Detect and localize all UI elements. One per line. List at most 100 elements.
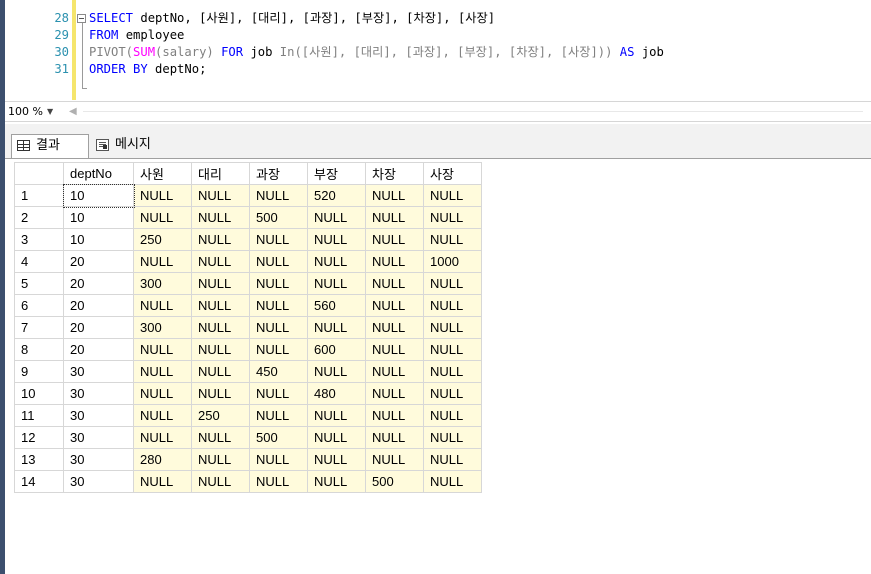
code-line[interactable]: 28 SELECT deptNo, [사원], [대리], [과장], [부장],… <box>5 10 871 27</box>
table-cell[interactable]: NULL <box>249 448 308 471</box>
table-cell[interactable]: 30 <box>63 426 134 449</box>
table-cell[interactable]: NULL <box>423 206 482 229</box>
code-line[interactable]: 31 ORDER BY deptNo; <box>5 61 871 78</box>
code-text[interactable]: SELECT deptNo, [사원], [대리], [과장], [부장], [… <box>89 10 495 27</box>
table-cell[interactable]: 10 <box>63 206 134 229</box>
table-cell[interactable]: NULL <box>191 294 250 317</box>
table-cell[interactable]: NULL <box>307 206 366 229</box>
table-cell[interactable]: NULL <box>249 272 308 295</box>
table-cell[interactable]: 280 <box>133 448 192 471</box>
table-cell[interactable]: NULL <box>365 426 424 449</box>
table-cell[interactable]: NULL <box>249 470 308 493</box>
table-cell[interactable]: NULL <box>423 228 482 251</box>
row-number[interactable]: 5 <box>14 272 64 295</box>
table-cell[interactable]: NULL <box>191 184 250 207</box>
table-cell[interactable]: NULL <box>133 426 192 449</box>
row-number[interactable]: 6 <box>14 294 64 317</box>
table-cell[interactable]: 30 <box>63 360 134 383</box>
column-header[interactable]: 부장 <box>307 162 366 185</box>
table-cell[interactable]: NULL <box>365 448 424 471</box>
zoom-level[interactable]: 100 % <box>8 102 43 121</box>
table-cell[interactable]: NULL <box>191 426 250 449</box>
code-line[interactable]: 30 PIVOT(SUM(salary) FOR job In([사원], [대리… <box>5 44 871 61</box>
table-cell[interactable]: NULL <box>307 272 366 295</box>
table-cell[interactable]: 30 <box>63 448 134 471</box>
table-cell[interactable]: NULL <box>307 426 366 449</box>
table-cell[interactable]: NULL <box>365 360 424 383</box>
table-cell[interactable]: 600 <box>307 338 366 361</box>
column-header[interactable]: 사장 <box>423 162 482 185</box>
row-number[interactable]: 13 <box>14 448 64 471</box>
table-cell[interactable]: NULL <box>133 206 192 229</box>
table-cell[interactable]: 300 <box>133 316 192 339</box>
table-cell[interactable]: NULL <box>307 360 366 383</box>
table-cell[interactable]: 300 <box>133 272 192 295</box>
row-number[interactable]: 2 <box>14 206 64 229</box>
row-number[interactable]: 10 <box>14 382 64 405</box>
table-cell[interactable]: NULL <box>191 272 250 295</box>
table-cell[interactable]: 20 <box>63 272 134 295</box>
table-cell[interactable]: NULL <box>365 228 424 251</box>
row-number[interactable]: 12 <box>14 426 64 449</box>
table-cell[interactable]: NULL <box>133 184 192 207</box>
column-header[interactable]: 대리 <box>191 162 250 185</box>
table-cell[interactable]: 560 <box>307 294 366 317</box>
table-cell[interactable]: NULL <box>249 294 308 317</box>
table-cell[interactable]: NULL <box>365 272 424 295</box>
table-cell[interactable]: NULL <box>365 404 424 427</box>
table-cell[interactable]: NULL <box>365 316 424 339</box>
table-cell[interactable]: 500 <box>249 426 308 449</box>
table-cell[interactable]: 480 <box>307 382 366 405</box>
table-cell[interactable]: NULL <box>191 206 250 229</box>
table-cell[interactable]: NULL <box>191 338 250 361</box>
table-cell[interactable]: NULL <box>133 404 192 427</box>
table-cell[interactable]: NULL <box>191 250 250 273</box>
row-number[interactable]: 14 <box>14 470 64 493</box>
table-cell[interactable]: 10 <box>62 183 135 208</box>
table-cell[interactable]: NULL <box>133 250 192 273</box>
table-cell[interactable]: NULL <box>249 184 308 207</box>
table-cell[interactable]: 500 <box>249 206 308 229</box>
tab-messages[interactable]: 메시지 <box>91 134 171 158</box>
table-cell[interactable]: NULL <box>191 316 250 339</box>
table-cell[interactable]: NULL <box>307 448 366 471</box>
row-number[interactable]: 11 <box>14 404 64 427</box>
table-cell[interactable]: NULL <box>423 316 482 339</box>
column-header[interactable]: deptNo <box>63 162 134 185</box>
zoom-dropdown-icon[interactable]: ▼ <box>47 102 53 121</box>
table-cell[interactable]: NULL <box>423 338 482 361</box>
table-cell[interactable]: NULL <box>365 294 424 317</box>
table-cell[interactable]: NULL <box>133 294 192 317</box>
code-text[interactable]: PIVOT(SUM(salary) FOR job In([사원], [대리],… <box>89 44 664 61</box>
code-text[interactable]: FROM employee <box>89 27 184 44</box>
column-header[interactable]: 과장 <box>249 162 308 185</box>
row-number[interactable]: 1 <box>14 184 64 207</box>
table-cell[interactable]: NULL <box>307 316 366 339</box>
table-cell[interactable]: 20 <box>63 316 134 339</box>
row-number[interactable]: 8 <box>14 338 64 361</box>
table-cell[interactable]: 30 <box>63 382 134 405</box>
table-cell[interactable]: 500 <box>365 470 424 493</box>
horizontal-scrollbar[interactable] <box>83 111 863 112</box>
row-number[interactable]: 4 <box>14 250 64 273</box>
table-cell[interactable]: NULL <box>191 360 250 383</box>
table-cell[interactable]: NULL <box>423 382 482 405</box>
row-number[interactable]: 7 <box>14 316 64 339</box>
table-cell[interactable]: NULL <box>249 404 308 427</box>
table-cell[interactable]: NULL <box>423 184 482 207</box>
table-cell[interactable]: NULL <box>133 382 192 405</box>
table-cell[interactable]: NULL <box>307 404 366 427</box>
table-cell[interactable]: NULL <box>307 228 366 251</box>
column-header[interactable]: 사원 <box>133 162 192 185</box>
table-cell[interactable]: 450 <box>249 360 308 383</box>
table-cell[interactable]: NULL <box>307 470 366 493</box>
table-cell[interactable]: 30 <box>63 470 134 493</box>
table-cell[interactable]: NULL <box>191 470 250 493</box>
table-cell[interactable]: NULL <box>133 360 192 383</box>
table-cell[interactable]: NULL <box>249 228 308 251</box>
table-cell[interactable]: 520 <box>307 184 366 207</box>
table-cell[interactable]: 20 <box>63 294 134 317</box>
table-cell[interactable]: NULL <box>249 382 308 405</box>
row-number[interactable]: 3 <box>14 228 64 251</box>
table-cell[interactable]: NULL <box>365 338 424 361</box>
